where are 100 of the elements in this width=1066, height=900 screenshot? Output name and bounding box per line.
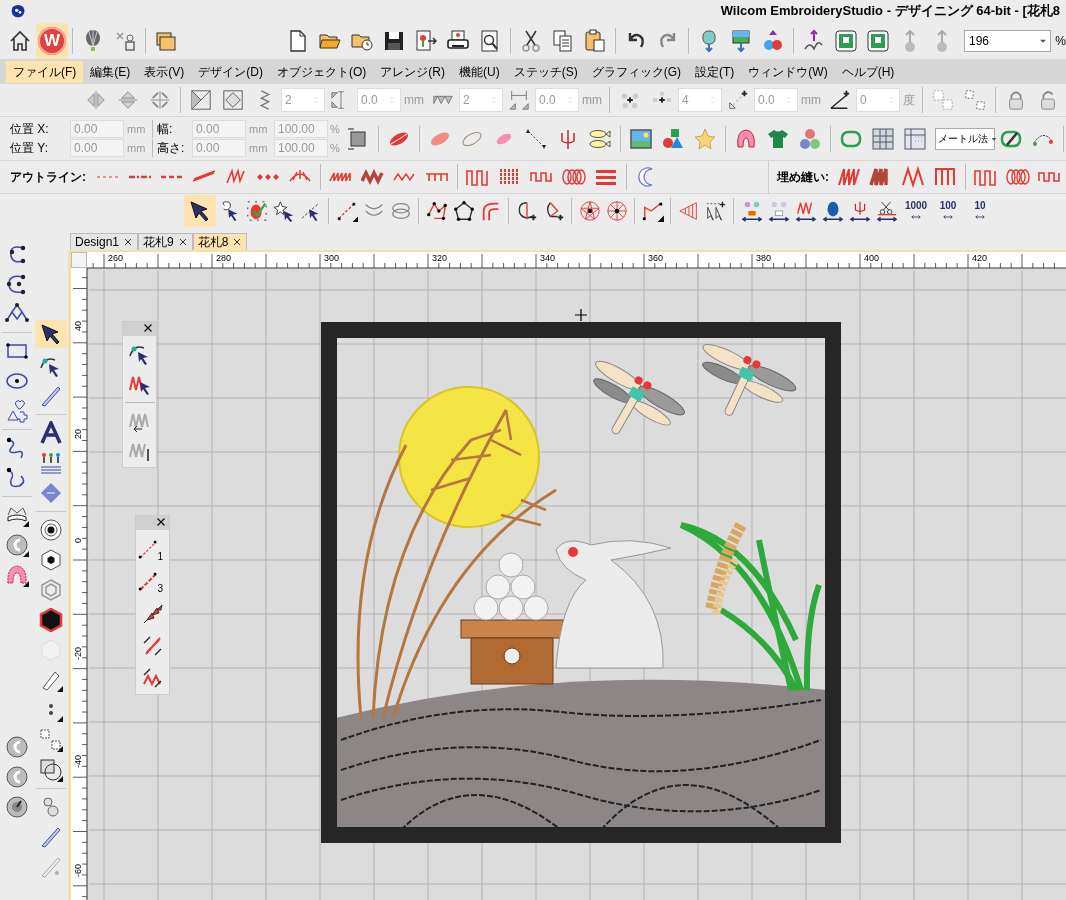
people-row-icon[interactable]: [39, 451, 63, 475]
monogram-diamond-icon[interactable]: [39, 481, 63, 505]
lettering-icon[interactable]: [39, 421, 63, 445]
dashed-squares-icon[interactable]: [39, 728, 63, 752]
square-circle-icon[interactable]: [39, 758, 63, 782]
ruler-label: 380: [756, 254, 772, 263]
menu-item[interactable]: デザイン(D): [191, 61, 270, 83]
needle-icon[interactable]: [39, 825, 63, 849]
polyline-icon[interactable]: [641, 200, 664, 222]
landscape-picture-icon[interactable]: [629, 126, 653, 151]
diamond-square-icon[interactable]: [222, 89, 244, 111]
ungroup-icon[interactable]: [964, 89, 986, 111]
c-cutout-icon[interactable]: [4, 765, 29, 789]
wheel-icon[interactable]: [605, 200, 628, 222]
menu-item[interactable]: ファイル(F): [6, 61, 84, 83]
rings-icon[interactable]: [389, 200, 412, 222]
stitch-run-button[interactable]: 3: [137, 570, 168, 594]
fringed-arch-icon[interactable]: [4, 563, 29, 587]
menu-item[interactable]: ヘルプ(H): [834, 61, 902, 83]
copy-icon[interactable]: [551, 28, 575, 53]
menu-item[interactable]: 編集(E): [83, 61, 138, 83]
star-shape-icon[interactable]: [693, 126, 717, 151]
star-circle-icon[interactable]: [578, 200, 601, 222]
zoom-value: 196: [969, 32, 991, 50]
spool-arrows-icon[interactable]: [821, 200, 844, 222]
document-tab[interactable]: Design1: [70, 233, 139, 250]
ruler-label: 0: [74, 538, 83, 543]
grid-icon[interactable]: [871, 126, 895, 151]
stitch-run-button[interactable]: 1: [137, 538, 168, 562]
trident-arrows-icon[interactable]: [848, 200, 871, 222]
wave-fill-icon[interactable]: [901, 165, 925, 189]
angle-rotate-icon[interactable]: [829, 89, 851, 111]
tab-label: 花札9: [143, 234, 174, 251]
export-image-icon[interactable]: [414, 28, 438, 53]
ruler-label: 300: [324, 254, 340, 263]
fill-label: 埋め縫い:: [777, 169, 829, 186]
app-menu-button[interactable]: W: [38, 26, 66, 55]
units-dropdown[interactable]: メートル法: [935, 127, 995, 150]
angle-offset-icon[interactable]: [727, 89, 749, 111]
horizontal-spacing-icon[interactable]: [508, 89, 530, 111]
grid-ruler-icon[interactable]: [903, 126, 927, 151]
home-icon[interactable]: [8, 28, 32, 53]
picture-download-icon[interactable]: [729, 28, 753, 53]
stitch-step-button[interactable]: 100: [933, 195, 963, 227]
hex-nut-icon[interactable]: [39, 548, 63, 572]
thick-dashed-line-icon[interactable]: [137, 572, 158, 592]
unit-label: mm: [582, 92, 602, 109]
solid-hexagon-icon[interactable]: [39, 608, 63, 632]
paste-icon[interactable]: [583, 28, 607, 53]
c-cutout-icon[interactable]: [4, 735, 29, 759]
document-tab[interactable]: 花札9: [138, 233, 193, 250]
polyline-nodes-icon[interactable]: [425, 200, 448, 222]
plant-arrows-icon[interactable]: [740, 200, 763, 222]
plant-arrows-icon[interactable]: [767, 200, 790, 222]
zoom-unit: %: [1055, 32, 1066, 50]
close-icon[interactable]: [232, 237, 243, 247]
multi-select-icon[interactable]: [704, 200, 727, 222]
target-icon[interactable]: [39, 518, 63, 542]
heart-shapes-icon[interactable]: [4, 399, 29, 423]
color-balls-icon[interactable]: [761, 28, 785, 53]
zoom-field[interactable]: 196: [964, 29, 1052, 52]
menu-item[interactable]: オブジェクト(O): [270, 61, 374, 83]
framed-square-icon[interactable]: [834, 28, 858, 53]
pentagon-nodes-icon[interactable]: [452, 200, 475, 222]
shapes-icon[interactable]: [661, 126, 685, 151]
upload-thread-icon[interactable]: [802, 28, 826, 53]
menu-item[interactable]: グラフィック(G): [584, 61, 688, 83]
menu-item[interactable]: ステッチ(S): [506, 61, 585, 83]
stitch-step-button[interactable]: 1000: [901, 195, 931, 227]
field-value: 0.0: [361, 92, 378, 109]
appliqué-arch-icon[interactable]: [734, 126, 758, 151]
colored-balls-icon[interactable]: [798, 126, 822, 151]
c-cutout-icon[interactable]: [4, 533, 29, 557]
menu-item[interactable]: 表示(V): [137, 61, 192, 83]
unit-label: mm: [801, 92, 821, 109]
close-icon[interactable]: [123, 237, 134, 247]
star-select-icon[interactable]: [272, 200, 295, 222]
close-icon[interactable]: [142, 322, 154, 334]
framed-square-icon[interactable]: [866, 28, 890, 53]
close-icon[interactable]: [177, 237, 188, 247]
menu-item[interactable]: ウィンドウ(W): [741, 61, 835, 83]
menu-item[interactable]: 設定(T): [688, 61, 742, 83]
document-tab[interactable]: 花札8: [192, 233, 248, 250]
dashed-line-icon[interactable]: [137, 540, 158, 560]
menu-item[interactable]: アレンジ(R): [373, 61, 452, 83]
cut-icon[interactable]: [519, 28, 543, 53]
outline-label: アウトライン:: [10, 169, 86, 186]
triangle-grid-icon[interactable]: [190, 89, 212, 111]
dial-icon[interactable]: [4, 795, 29, 819]
zigzag-arrows-icon[interactable]: [794, 200, 817, 222]
menu-item[interactable]: 機能(U): [452, 61, 507, 83]
tab-label: Design1: [75, 234, 120, 251]
field-value: 0.0: [539, 92, 556, 109]
scissors-arrows-icon[interactable]: [875, 200, 898, 222]
run-line-icon[interactable]: [335, 200, 358, 222]
close-icon[interactable]: [155, 516, 167, 528]
check-object-icon[interactable]: [245, 200, 268, 222]
stitch-step-button[interactable]: 10: [965, 195, 995, 227]
four-way-mirror-icon[interactable]: [149, 89, 171, 111]
needle-icon[interactable]: [39, 384, 63, 408]
